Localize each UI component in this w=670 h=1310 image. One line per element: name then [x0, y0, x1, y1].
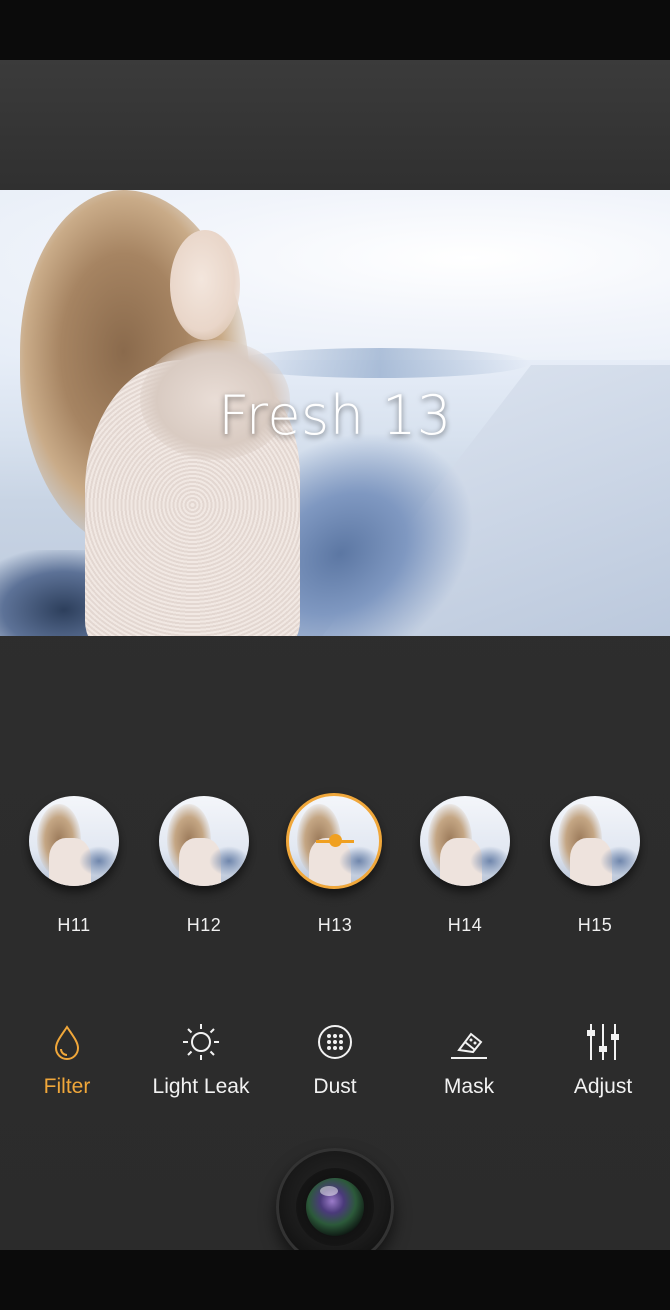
tool-dust[interactable]: Dust [268, 1022, 402, 1112]
filter-thumb-h14[interactable]: H14 [410, 793, 520, 953]
filter-thumb-h13[interactable]: H13 [280, 793, 390, 953]
sliders-icon [583, 1022, 623, 1062]
filter-thumb-label: H11 [57, 915, 91, 935]
filter-thumb-h11[interactable]: H11 [19, 793, 129, 953]
navigation-bar [0, 1250, 670, 1310]
eraser-icon [449, 1022, 489, 1062]
dots-circle-icon [315, 1022, 355, 1062]
filter-thumb-label: H15 [577, 915, 613, 935]
filter-thumb-label: H12 [186, 915, 222, 935]
filter-thumb-label: H13 [317, 915, 353, 935]
intensity-slider-icon[interactable] [316, 834, 354, 847]
photo-editor: Fresh 13 H11 H12 H13 H14 H15 Filter Ligh… [0, 60, 670, 1266]
tool-label: Filter [43, 1075, 91, 1098]
filter-thumb-h12[interactable]: H12 [149, 793, 259, 953]
filter-name-caption: Fresh 13 [218, 384, 452, 447]
tool-bar: Filter Light Leak Dust Mask Adjust [0, 1022, 670, 1112]
tool-label: Light Leak [152, 1075, 250, 1098]
tool-light-leak[interactable]: Light Leak [134, 1022, 268, 1112]
photo-preview[interactable]: Fresh 13 [0, 190, 670, 636]
filter-preview-image [550, 796, 640, 886]
status-bar [0, 0, 670, 60]
filter-preview-image [159, 796, 249, 886]
filter-thumb-h15[interactable]: H15 [540, 793, 650, 953]
tool-label: Mask [443, 1075, 495, 1098]
tool-label: Dust [313, 1075, 357, 1098]
filter-thumb-label: H14 [447, 915, 483, 935]
tool-mask[interactable]: Mask [402, 1022, 536, 1112]
tool-filter[interactable]: Filter [0, 1022, 134, 1112]
filter-thumbnail-list: H11 H12 H13 H14 H15 [0, 793, 670, 953]
tool-adjust[interactable]: Adjust [536, 1022, 670, 1112]
sun-icon [181, 1022, 221, 1062]
tool-label: Adjust [573, 1075, 633, 1098]
filter-preview-image [29, 796, 119, 886]
shutter-button[interactable] [276, 1148, 394, 1266]
filter-preview-image [420, 796, 510, 886]
drop-icon [47, 1022, 87, 1062]
